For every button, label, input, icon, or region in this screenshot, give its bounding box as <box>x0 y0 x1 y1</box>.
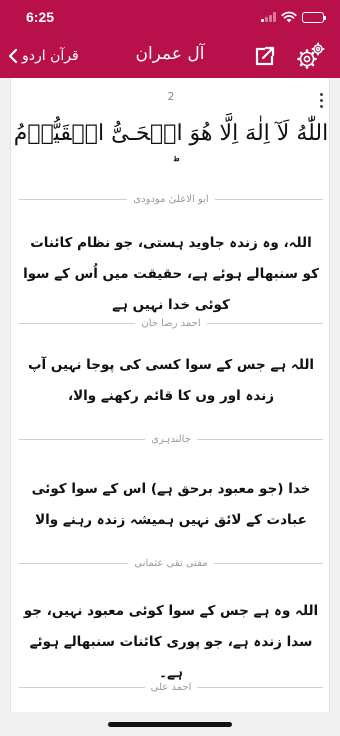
translation-text: اللہ وہ ہے جس کے سوا کوئی معبود نہیں، جو… <box>23 603 319 681</box>
gear-icon <box>297 42 325 69</box>
chevron-left-icon <box>8 48 18 64</box>
translator-name: ابو الاعلیٰ مودودی <box>133 194 209 205</box>
wifi-icon <box>281 11 297 23</box>
settings-button[interactable] <box>296 41 326 71</box>
more-options-button[interactable] <box>317 93 325 113</box>
status-time: 6:25 <box>26 9 55 25</box>
back-label: قرآن اردو <box>22 48 79 64</box>
status-icons <box>261 11 326 23</box>
translator-name: مفتی تقی عثمانی <box>134 558 208 569</box>
translator-divider: احمد علی <box>19 682 323 693</box>
translation-text: اللہ ہے جس کے سوا کسی کی پوجا نہیں آپ زن… <box>27 357 315 404</box>
back-button[interactable]: قرآن اردو <box>8 43 79 69</box>
arabic-verse: اللّٰهُ لَآ اِلٰهَ اِلَّا هُوَ الۡحَـىُّ… <box>13 121 329 146</box>
cellular-signal-icon <box>261 12 276 22</box>
home-indicator <box>108 722 232 727</box>
translation-text: خدا (جو معبود برحق ہے) اس کے سوا کوئی عب… <box>31 481 311 528</box>
surah-title: آل عمران <box>135 44 205 64</box>
verse-card: 2 اللّٰهُ لَآ اِلٰهَ اِلَّا هُوَ الۡحَـى… <box>10 78 330 712</box>
translator-name: جالندہری <box>151 434 191 445</box>
translator-divider: ابو الاعلیٰ مودودی <box>18 194 323 205</box>
translator-name: احمد رضا خان <box>141 318 201 329</box>
share-button[interactable] <box>254 45 276 67</box>
navigation-bar: قرآن اردو آل عمران <box>0 34 340 78</box>
translator-divider: احمد رضا خان <box>18 318 323 329</box>
translator-divider: جالندہری <box>19 434 323 445</box>
translator-name: احمد علی <box>150 682 192 693</box>
verse-number: 2 <box>167 90 175 103</box>
translation-text: اللہ، وہ زندہ جاوید ہستی، جو نظام کائنات… <box>23 235 319 313</box>
status-bar: 6:25 <box>0 0 340 34</box>
translator-divider: مفتی تقی عثمانی <box>18 558 323 569</box>
share-external-icon <box>255 46 275 66</box>
battery-icon <box>302 11 326 23</box>
